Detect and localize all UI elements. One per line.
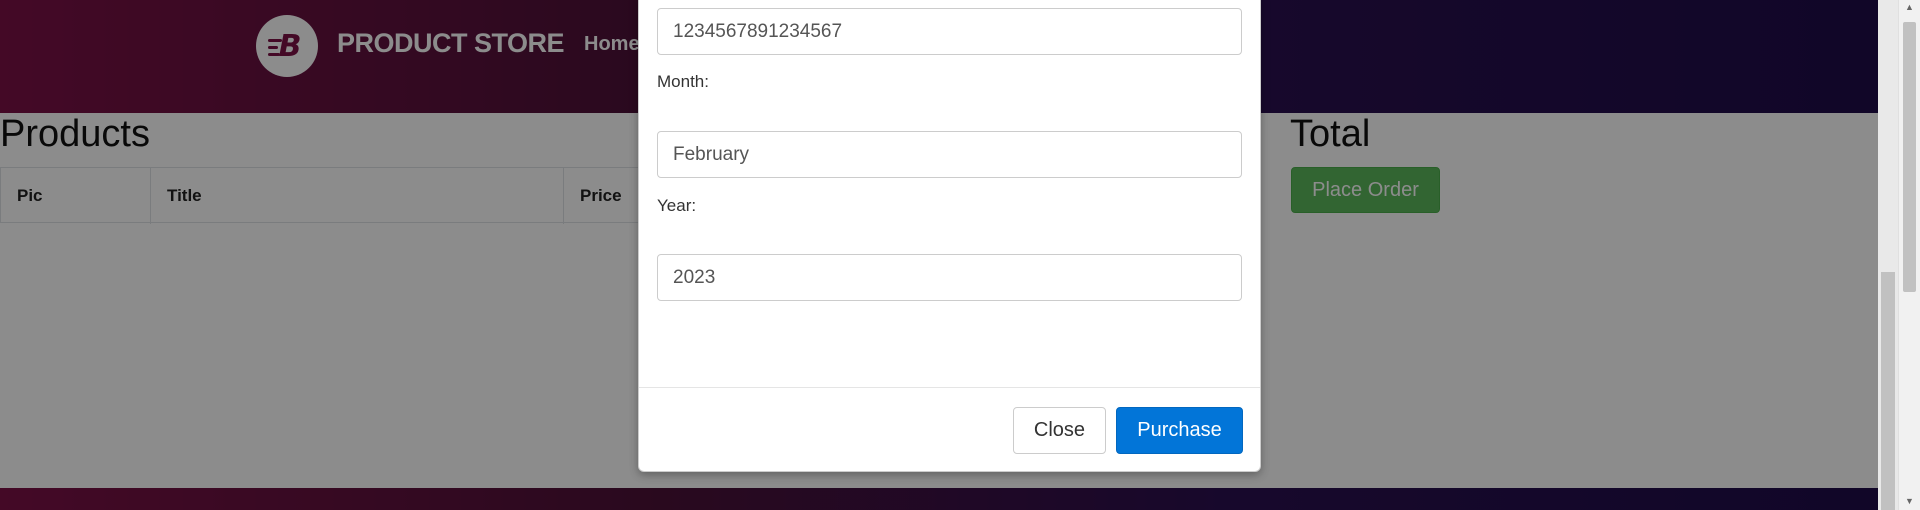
- month-label: Month:: [657, 72, 709, 91]
- close-button[interactable]: Close: [1013, 407, 1106, 454]
- purchase-button[interactable]: Purchase: [1116, 407, 1243, 454]
- modal-footer-divider: [639, 387, 1260, 388]
- place-order-modal: Month: Year: Close Purchase: [638, 0, 1261, 472]
- credit-card-field[interactable]: [657, 8, 1242, 55]
- year-field[interactable]: [657, 254, 1242, 301]
- scroll-up-icon[interactable]: ▲: [1905, 2, 1914, 12]
- page-scrollbar-thumb[interactable]: [1903, 22, 1916, 292]
- month-field[interactable]: [657, 131, 1242, 178]
- scroll-down-icon[interactable]: ▼: [1905, 496, 1914, 506]
- inner-scrollbar-thumb[interactable]: [1881, 272, 1895, 510]
- year-label: Year:: [657, 196, 697, 215]
